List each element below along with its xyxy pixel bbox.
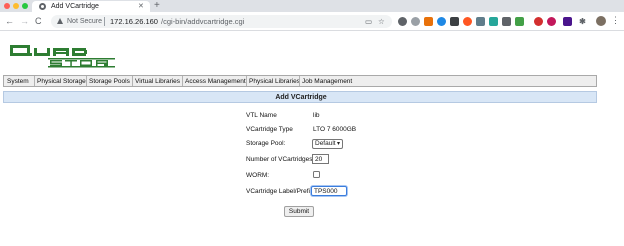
url-path: /cgi-bin/addvcartridge.cgi bbox=[161, 17, 245, 26]
extension-icon[interactable] bbox=[534, 17, 543, 26]
menu-item-storage-pools[interactable]: Storage Pools bbox=[89, 78, 130, 85]
menu-item-job-management[interactable]: Job Management bbox=[302, 78, 352, 85]
worm-label: WORM: bbox=[246, 172, 270, 179]
vtl-name-value: lib bbox=[313, 112, 320, 119]
maximize-window-button[interactable] bbox=[22, 3, 28, 9]
extension-icon[interactable] bbox=[398, 17, 407, 26]
page-title-band: Add VCartridge bbox=[3, 91, 597, 103]
browser-toolbar: ← → C Not Secure 172.16.26.160 /cgi-bin/… bbox=[0, 12, 624, 31]
label-prefix-input[interactable] bbox=[311, 186, 347, 196]
vcartridge-type-label: VCartridge Type bbox=[246, 126, 293, 133]
security-indicator[interactable]: Not Secure bbox=[67, 18, 102, 25]
address-bar[interactable]: Not Secure 172.16.26.160 /cgi-bin/addvca… bbox=[51, 15, 392, 28]
warning-icon bbox=[57, 18, 63, 24]
new-tab-button[interactable]: + bbox=[154, 0, 160, 12]
forward-button[interactable]: → bbox=[20, 15, 29, 27]
extension-icon[interactable] bbox=[476, 17, 485, 26]
extension-icon[interactable] bbox=[424, 17, 433, 26]
menu-item-access-management[interactable]: Access Management bbox=[185, 78, 246, 85]
menu-item-virtual-libraries[interactable]: Virtual Libraries bbox=[135, 78, 180, 85]
menu-divider bbox=[132, 76, 133, 86]
storage-pool-selected: Default bbox=[315, 140, 336, 147]
extension-icon[interactable] bbox=[450, 17, 459, 26]
globe-icon bbox=[39, 3, 46, 10]
menu-divider bbox=[86, 76, 87, 86]
close-window-button[interactable] bbox=[4, 3, 10, 9]
menu-divider bbox=[246, 76, 247, 86]
submit-button[interactable]: Submit bbox=[284, 206, 314, 217]
minimize-window-button[interactable] bbox=[13, 3, 19, 9]
menu-item-physical-storage[interactable]: Physical Storage bbox=[37, 78, 86, 85]
extension-icon[interactable] bbox=[547, 17, 556, 26]
menu-divider bbox=[34, 76, 35, 86]
chevron-down-icon: ▾ bbox=[336, 141, 340, 147]
puzzle-icon[interactable]: ✱ bbox=[578, 17, 587, 26]
cast-icon[interactable]: ▭ bbox=[365, 17, 372, 26]
avatar[interactable] bbox=[596, 16, 606, 26]
extension-icon[interactable] bbox=[411, 17, 420, 26]
extension-icon[interactable] bbox=[515, 17, 524, 26]
extension-icon[interactable] bbox=[489, 17, 498, 26]
vtl-name-label: VTL Name bbox=[246, 112, 277, 119]
browser-menu-icon[interactable]: ⋮ bbox=[611, 14, 620, 26]
browser-tab-strip: Add VCartridge ✕ + bbox=[0, 0, 624, 12]
label-prefix-label: VCartridge Label/Prefix bbox=[246, 188, 314, 195]
url-host: 172.16.26.160 bbox=[110, 17, 158, 26]
menu-item-system[interactable]: System bbox=[7, 78, 29, 85]
worm-checkbox[interactable] bbox=[313, 171, 320, 178]
storage-pool-label: Storage Pool: bbox=[246, 140, 286, 147]
close-tab-icon[interactable]: ✕ bbox=[138, 2, 144, 10]
address-divider bbox=[104, 17, 105, 26]
num-vcartridges-input[interactable] bbox=[312, 154, 329, 164]
quadstor-logo bbox=[10, 45, 115, 68]
bookmark-star-icon[interactable]: ☆ bbox=[378, 17, 385, 26]
extension-icon[interactable] bbox=[563, 17, 572, 26]
main-menu: System Physical Storage Storage Pools Vi… bbox=[3, 75, 597, 87]
extension-icon[interactable] bbox=[502, 17, 511, 26]
storage-pool-select[interactable]: Default ▾ bbox=[312, 139, 343, 149]
menu-item-physical-libraries[interactable]: Physical Libraries bbox=[249, 78, 300, 85]
browser-tab[interactable]: Add VCartridge ✕ bbox=[32, 1, 150, 12]
menu-divider bbox=[299, 76, 300, 86]
menu-divider bbox=[182, 76, 183, 86]
vcartridge-type-value: LTO 7 6000GB bbox=[313, 126, 357, 133]
back-button[interactable]: ← bbox=[5, 15, 14, 27]
reload-button[interactable]: C bbox=[35, 15, 42, 27]
extension-icon[interactable] bbox=[463, 17, 472, 26]
tab-title: Add VCartridge bbox=[51, 2, 99, 10]
num-vcartridges-label: Number of VCartridges bbox=[246, 156, 313, 163]
page-title: Add VCartridge bbox=[275, 93, 327, 101]
extension-icon[interactable] bbox=[437, 17, 446, 26]
